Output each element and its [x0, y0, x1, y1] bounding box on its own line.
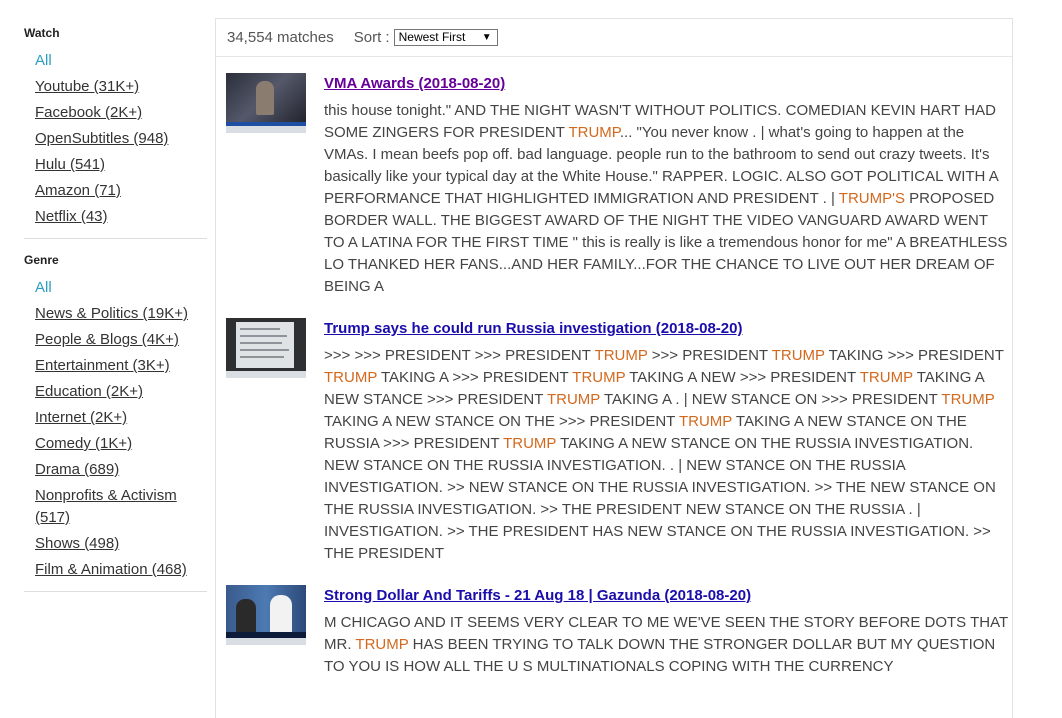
watch-item-youtube: Youtube (31K+)	[35, 76, 207, 98]
snippet-text: HAS BEEN TRYING TO TALK DOWN THE STRONGE…	[324, 636, 996, 675]
watch-filter-link[interactable]: Netflix (43)	[35, 208, 108, 225]
genre-heading: Genre	[24, 253, 59, 267]
search-term-highlight: TRUMP	[546, 391, 601, 408]
result-title-link[interactable]: Trump says he could run Russia investiga…	[324, 318, 1008, 340]
result-title-link[interactable]: Strong Dollar And Tariffs - 21 Aug 18 | …	[324, 585, 1008, 607]
sidebar-divider	[24, 238, 207, 239]
genre-filter-link[interactable]: Drama (689)	[35, 461, 119, 478]
result-snippet: >>> >>> PRESIDENT >>> PRESIDENT TRUMP >>…	[324, 345, 1008, 565]
watch-filter-link[interactable]: Facebook (2K+)	[35, 104, 142, 121]
watch-filter-link[interactable]: Youtube (31K+)	[35, 78, 139, 95]
genre-item-drama: Drama (689)	[35, 459, 207, 481]
genre-filter-link[interactable]: Film & Animation (468)	[35, 561, 187, 578]
watch-filter-list: All Youtube (31K+) Facebook (2K+) OpenSubti…	[24, 50, 207, 228]
search-term-highlight: TRUMP	[355, 636, 409, 653]
watch-item-hulu: Hulu (541)	[35, 154, 207, 176]
thumbnail-caption-bar	[226, 371, 306, 378]
news-panel-thumbnail[interactable]	[226, 585, 306, 645]
watch-item-all: All	[35, 50, 207, 72]
genre-filter-link[interactable]: Entertainment (3K+)	[35, 357, 170, 374]
watch-item-amazon: Amazon (71)	[35, 180, 207, 202]
result-item: Strong Dollar And Tariffs - 21 Aug 18 | …	[226, 585, 1012, 678]
chevron-down-icon: ▼	[481, 32, 492, 43]
vma-awards-thumbnail[interactable]	[226, 73, 306, 133]
search-term-highlight: TRUMP	[572, 369, 626, 386]
sort-dropdown[interactable]: Newest First ▼	[393, 29, 498, 46]
snippet-text: >>> PRESIDENT	[647, 347, 772, 364]
result-snippet: this house tonight." AND THE NIGHT WASN'…	[324, 100, 1008, 298]
genre-item-comedy: Comedy (1K+)	[35, 433, 207, 455]
results-list: VMA Awards (2018-08-20) this house tonigh…	[216, 73, 1012, 678]
genre-filter-link[interactable]: Shows (498)	[35, 535, 119, 552]
watch-item-opensubtitles: OpenSubtitles (948)	[35, 128, 207, 150]
result-item: Trump says he could run Russia investiga…	[226, 318, 1012, 565]
genre-item-shows: Shows (498)	[35, 533, 207, 555]
search-term-highlight: TRUMP'S	[838, 190, 905, 207]
genre-filter-list: All News & Politics (19K+) People & Blogs …	[24, 277, 207, 581]
snippet-text: TAKING A NEW STANCE ON THE >>> PRESIDENT	[324, 413, 679, 430]
genre-item-nonprofits-activism: Nonprofits & Activism (517)	[35, 485, 207, 529]
filter-sidebar: Watch All Youtube (31K+) Facebook (2K+) Ope…	[24, 26, 207, 606]
watch-filter-link[interactable]: All	[35, 52, 52, 69]
search-term-highlight: TRUMP	[594, 347, 648, 364]
genre-item-all: All	[35, 277, 207, 299]
results-panel: 34,554 matches Sort : Newest First ▼ VMA…	[215, 18, 1013, 718]
results-toolbar: 34,554 matches Sort : Newest First ▼	[216, 19, 1012, 57]
genre-item-entertainment: Entertainment (3K+)	[35, 355, 207, 377]
snippet-text: TAKING A >>> PRESIDENT	[377, 369, 573, 386]
search-term-highlight: TRUMP	[324, 369, 378, 386]
search-term-highlight: TRUMP	[568, 124, 620, 141]
thumbnail-caption-bar	[226, 638, 306, 645]
sort-selected-value: Newest First	[398, 30, 466, 44]
result-snippet: M CHICAGO AND IT SEEMS VERY CLEAR TO ME …	[324, 612, 1008, 678]
genre-filter-link[interactable]: Education (2K+)	[35, 383, 143, 400]
search-term-highlight: TRUMP	[941, 391, 995, 408]
watch-filter-link[interactable]: OpenSubtitles (948)	[35, 130, 168, 147]
watch-filter-link[interactable]: Hulu (541)	[35, 156, 105, 173]
genre-filter-link[interactable]: All	[35, 279, 52, 296]
result-body: Strong Dollar And Tariffs - 21 Aug 18 | …	[324, 585, 1008, 678]
genre-item-internet: Internet (2K+)	[35, 407, 207, 429]
search-term-highlight: TRUMP	[859, 369, 913, 386]
result-title-link[interactable]: VMA Awards (2018-08-20)	[324, 73, 1008, 95]
genre-item-news-politics: News & Politics (19K+)	[35, 303, 207, 325]
genre-filter-link[interactable]: News & Politics (19K+)	[35, 305, 188, 322]
snippet-text: TAKING >>> PRESIDENT	[824, 347, 1004, 364]
watch-heading: Watch	[24, 26, 60, 40]
watch-item-facebook: Facebook (2K+)	[35, 102, 207, 124]
snippet-text: TAKING A NEW >>> PRESIDENT	[625, 369, 860, 386]
genre-item-film-animation: Film & Animation (468)	[35, 559, 207, 581]
snippet-text: >>> >>> PRESIDENT >>> PRESIDENT	[324, 347, 595, 364]
genre-item-people-blogs: People & Blogs (4K+)	[35, 329, 207, 351]
watch-filter-link[interactable]: Amazon (71)	[35, 182, 121, 199]
trump-tweet-thumbnail[interactable]	[226, 318, 306, 378]
sidebar-divider	[24, 591, 207, 592]
genre-item-education: Education (2K+)	[35, 381, 207, 403]
genre-filter-link[interactable]: Nonprofits & Activism (517)	[35, 487, 177, 526]
result-body: Trump says he could run Russia investiga…	[324, 318, 1008, 565]
match-count: 34,554 matches	[227, 29, 334, 46]
thumbnail-caption-bar	[226, 126, 306, 133]
snippet-text: TAKING A NEW STANCE ON THE RUSSIA INVEST…	[324, 435, 996, 562]
genre-filter-link[interactable]: Comedy (1K+)	[35, 435, 132, 452]
watch-item-netflix: Netflix (43)	[35, 206, 207, 228]
search-term-highlight: TRUMP	[771, 347, 825, 364]
genre-filter-link[interactable]: Internet (2K+)	[35, 409, 127, 426]
sort-label: Sort :	[353, 29, 390, 46]
result-item: VMA Awards (2018-08-20) this house tonigh…	[226, 73, 1012, 298]
result-body: VMA Awards (2018-08-20) this house tonigh…	[324, 73, 1008, 298]
search-term-highlight: TRUMP	[503, 435, 557, 452]
genre-filter-link[interactable]: People & Blogs (4K+)	[35, 331, 179, 348]
snippet-text: TAKING A . | NEW STANCE ON >>> PRESIDENT	[600, 391, 942, 408]
search-term-highlight: TRUMP	[678, 413, 733, 430]
